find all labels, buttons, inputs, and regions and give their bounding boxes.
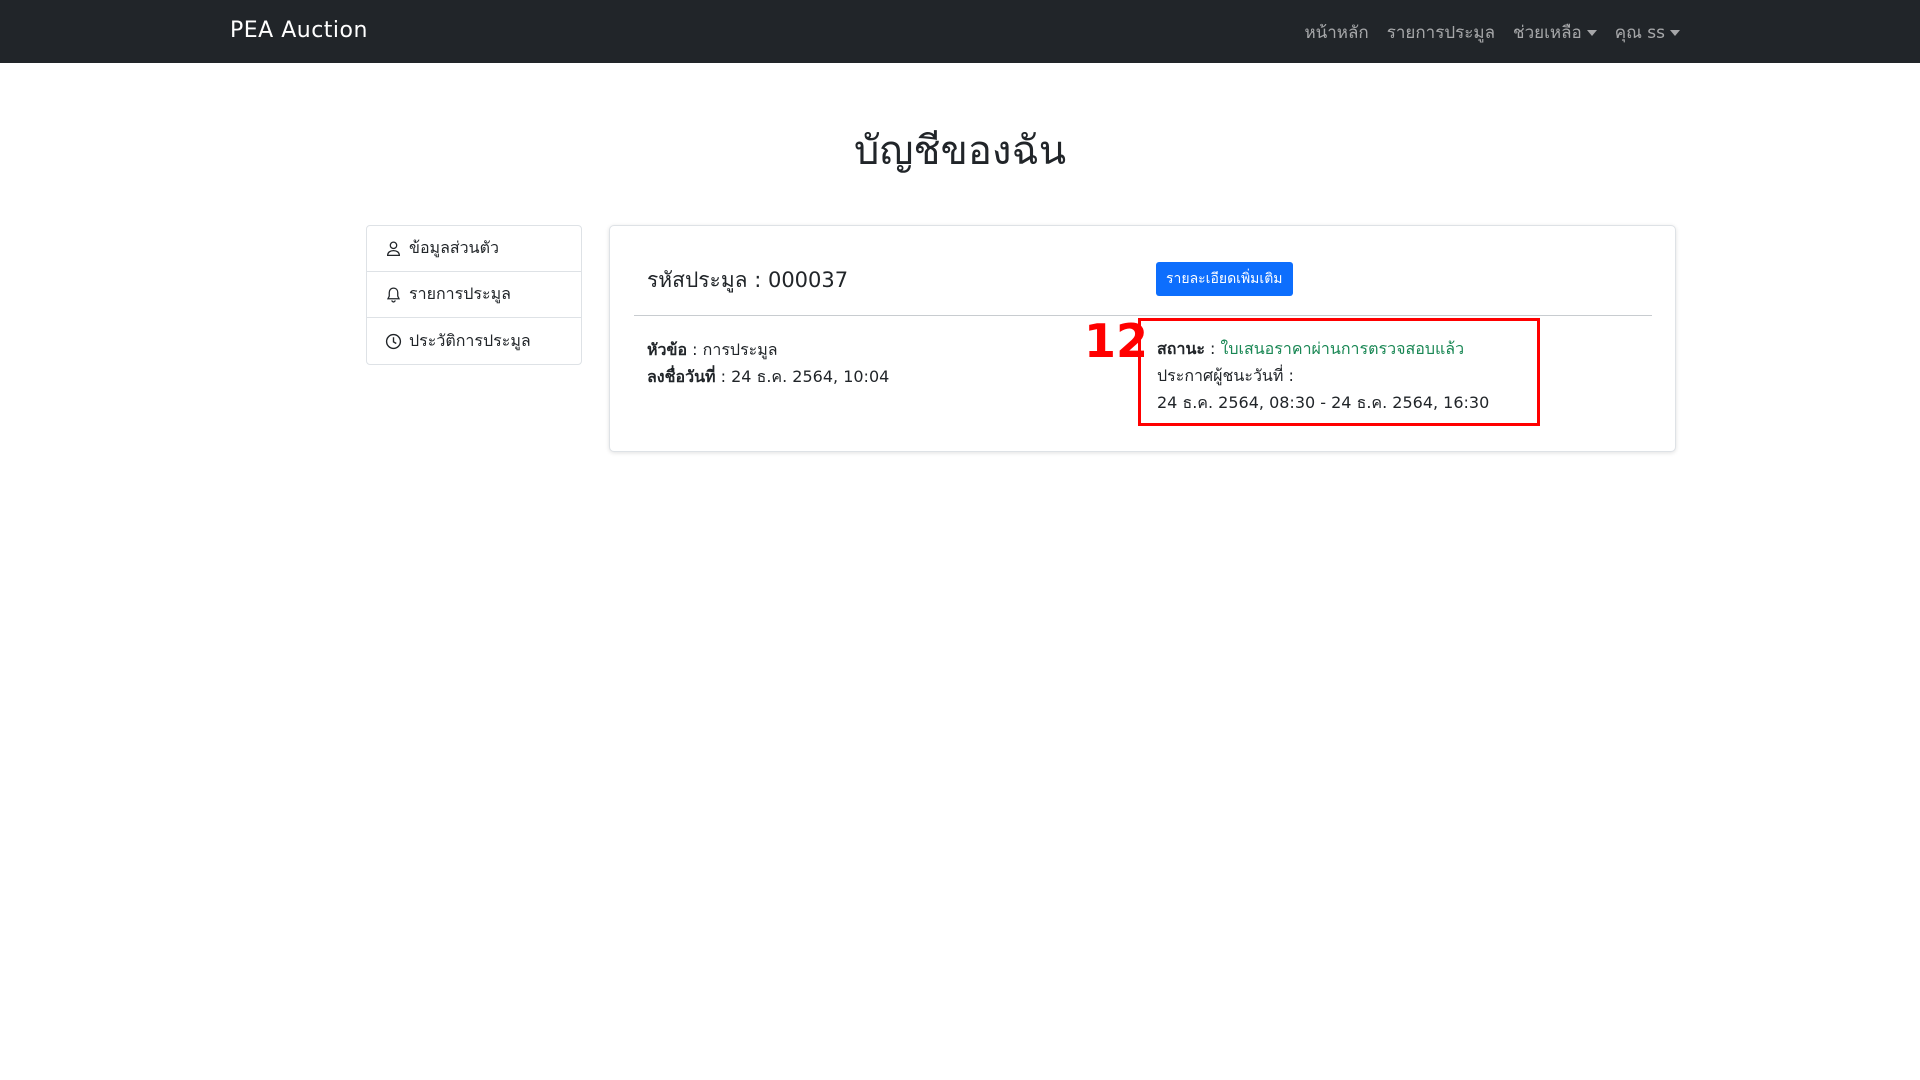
status-label: สถานะ [1157,339,1205,358]
sidebar-item-history[interactable]: ประวัติการประมูล [367,318,581,364]
sidebar-item-auctions[interactable]: รายการประมูล [367,272,581,318]
caret-down-icon [1586,29,1597,36]
page-title: บัญชีของฉัน [853,128,1067,174]
nav-help-label: ช่วยเหลือ [1513,23,1582,43]
nav-help-dropdown[interactable]: ช่วยเหลือ [1513,19,1597,46]
auction-card: รหัสประมูล : 000037 รายละเอียดเพิ่มเติม … [609,225,1676,452]
account-sidebar: ข้อมูลส่วนตัว รายการประมูล ประวัติการประ… [366,225,582,365]
sidebar-item-label: ประวัติการประมูล [409,330,531,350]
nav-user-label: คุณ ss [1614,23,1665,43]
nav-user-dropdown[interactable]: คุณ ss [1615,19,1680,46]
caret-down-icon [1670,29,1680,36]
signup-value: 24 ธ.ค. 2564, 10:04 [731,367,890,386]
status-value: ใบเสนอราคาผ่านการตรวจสอบแล้ว [1220,339,1465,358]
topic-value: การประมูล [702,340,778,359]
topic-label: หัวข้อ [647,340,688,359]
nav-auctions-label: รายการประมูล [1386,23,1496,43]
bell-icon [386,287,401,303]
sidebar-item-profile[interactable]: ข้อมูลส่วนตัว [367,226,581,272]
nav-home-label: หน้าหลัก [1304,23,1369,43]
nav-home[interactable]: หน้าหลัก [1304,19,1368,46]
sidebar-item-label: รายการประมูล [409,284,511,303]
signup-label: ลงชื่อวันที่ [647,367,716,386]
announce-label: ประกาศผู้ชนะวันที่ : [1157,366,1294,385]
topic-row: หัวข้อ : การประมูล [647,340,778,359]
nav-auctions[interactable]: รายการประมูล [1387,19,1495,46]
announce-range: 24 ธ.ค. 2564, 08:30 - 24 ธ.ค. 2564, 16:3… [1157,393,1490,412]
brand-logo[interactable]: PEA Auction [230,18,368,43]
status-highlight-box: สถานะ : ใบเสนอราคาผ่านการตรวจสอบแล้ว ประ… [1138,318,1540,426]
clock-icon [385,333,402,349]
more-details-button[interactable]: รายละเอียดเพิ่มเติม [1156,262,1293,296]
auction-code: รหัสประมูล : 000037 [647,268,849,292]
signup-row: ลงชื่อวันที่ : 24 ธ.ค. 2564, 10:04 [647,367,890,386]
nav-menu: หน้าหลัก รายการประมูล ช่วยเหลือ คุณ ss [1304,19,1680,46]
auction-info: หัวข้อ : การประมูล ลงชื่อวันที่ : 24 ธ.ค… [647,336,889,390]
sidebar-item-label: ข้อมูลส่วนตัว [409,238,499,257]
top-navbar: PEA Auction หน้าหลัก รายการประมูล ช่วยเห… [0,0,1920,63]
status-row: สถานะ : ใบเสนอราคาผ่านการตรวจสอบแล้ว [1157,339,1465,358]
user-icon [387,241,400,257]
